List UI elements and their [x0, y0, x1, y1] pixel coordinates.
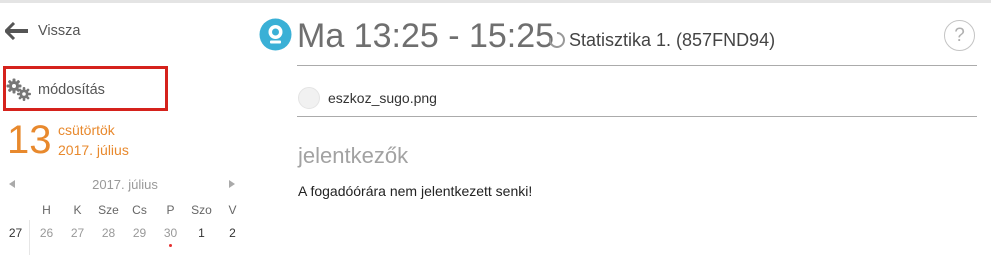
calendar-day-label: 30 [163, 226, 178, 240]
calendar-day-with-event[interactable]: 30 [155, 226, 186, 247]
help-button[interactable]: ? [944, 20, 975, 51]
edit-button[interactable]: módosítás [6, 78, 105, 102]
back-button[interactable]: Vissza [5, 22, 80, 40]
calendar-week-number: 27 [8, 226, 23, 240]
arrow-left-icon [5, 22, 28, 40]
attachment-link[interactable]: eszkoz_sugo.png [298, 87, 437, 109]
sidebar: Vissza módosítás 13 csütörtök 2017. júli… [0, 0, 250, 255]
event-dot-icon [169, 244, 172, 247]
calendar-weekday-header: H K Sze Cs P Szo V [0, 203, 248, 217]
event-subject: Statisztika 1. (857FND94) [569, 30, 776, 50]
calendar-day[interactable]: 28 [93, 226, 124, 240]
attachment-filename: eszkoz_sugo.png [328, 90, 437, 106]
divider [297, 65, 977, 66]
calendar-week-row: 27 26 27 28 29 30 1 2 [0, 226, 248, 247]
calendar-next-month-button[interactable] [229, 180, 235, 188]
date-weekday: csütörtök [58, 122, 115, 138]
main-content: Ma 13:25 - 15:25 Statisztika 1. (857FND9… [258, 0, 991, 255]
date-month-year: 2017. július [58, 142, 129, 158]
weekday-label: V [228, 203, 237, 217]
weekday-label: K [73, 203, 82, 217]
back-label: Vissza [38, 23, 81, 39]
file-icon [298, 87, 320, 109]
calendar-prev-month-button[interactable] [9, 180, 15, 188]
weekday-label: P [166, 203, 175, 217]
event-time-title: Ma 13:25 - 15:25 [297, 17, 555, 55]
edit-label: módosítás [38, 82, 105, 98]
empty-state-message: A fogadóórára nem jelentkezett senki! [298, 183, 533, 199]
calendar-title: 2017. július [92, 177, 158, 192]
calendar-day[interactable]: 26 [31, 226, 62, 240]
calendar-day[interactable]: 29 [124, 226, 155, 240]
loading-spinner-icon [549, 32, 565, 48]
gear-icon [6, 78, 31, 101]
weekday-label: Szo [191, 203, 212, 217]
weekday-label: Sze [98, 203, 119, 217]
weekday-label: Cs [132, 203, 147, 217]
calendar-day[interactable]: 2 [217, 226, 248, 240]
weekday-label: H [42, 203, 51, 217]
date-day-number: 13 [7, 118, 52, 162]
calendar-day[interactable]: 27 [62, 226, 93, 240]
calendar-day[interactable]: 1 [186, 226, 217, 240]
section-title: jelentkezők [298, 143, 409, 168]
divider [297, 116, 977, 117]
webcam-icon [259, 18, 292, 51]
